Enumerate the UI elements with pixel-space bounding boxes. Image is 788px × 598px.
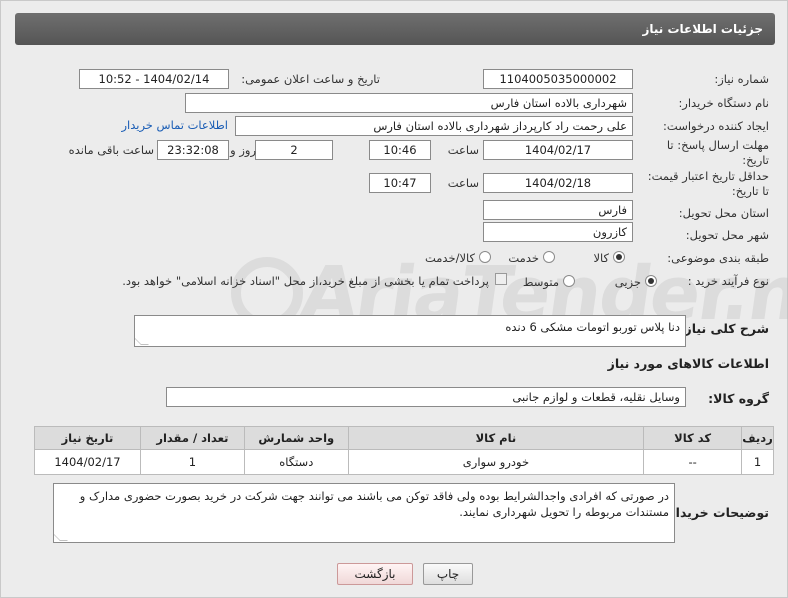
province-field: فارس bbox=[483, 200, 633, 220]
price-validity-date-field: 1404/02/18 bbox=[483, 173, 633, 193]
cell-need-date: 1404/02/17 bbox=[34, 449, 141, 475]
process-label: نوع فرآیند خرید : bbox=[687, 274, 769, 288]
deadline-date-field: 1404/02/17 bbox=[483, 140, 633, 160]
col-row: ردیف bbox=[741, 426, 774, 450]
cell-row: 1 bbox=[741, 449, 774, 475]
col-name: نام کالا bbox=[347, 426, 645, 450]
col-unit: واحد شمارش bbox=[243, 426, 349, 450]
col-quantity: تعداد / مقدار bbox=[139, 426, 245, 450]
buyer-notes-text: در صورتی که افرادی واجدالشرایط بوده ولی … bbox=[79, 489, 669, 519]
process-option-minor: جزیی bbox=[614, 275, 641, 289]
price-validity-time-label: ساعت bbox=[447, 176, 479, 190]
process-radio-medium[interactable] bbox=[563, 275, 575, 287]
category-option-service: خدمت bbox=[508, 251, 539, 265]
goods-info-title: اطلاعات کالاهای مورد نیاز bbox=[607, 356, 769, 371]
category-option-goods: کالا bbox=[593, 251, 609, 265]
process-option-medium: متوسط bbox=[522, 275, 559, 289]
col-need-date: تاریخ نیاز bbox=[34, 426, 141, 450]
deadline-label-line2: تاریخ: bbox=[742, 153, 769, 167]
need-number-label: شماره نیاز: bbox=[714, 72, 769, 86]
cell-quantity: 1 bbox=[139, 449, 245, 475]
creator-field: علی رحمت راد کارپرداز شهرداری بالاده است… bbox=[235, 116, 633, 136]
description-field: دنا پلاس توربو اتومات مشکی 6 دنده bbox=[134, 315, 686, 347]
treasury-payment-note: پرداخت تمام یا بخشی از مبلغ خرید،از محل … bbox=[122, 274, 489, 288]
buyer-contact-link[interactable]: اطلاعات تماس خریدار bbox=[121, 118, 228, 132]
resize-grip-icon[interactable] bbox=[135, 337, 149, 345]
cell-name: خودرو سواری bbox=[347, 449, 645, 475]
deadline-days-field: 2 bbox=[255, 140, 333, 160]
buyer-notes-label: توضیحات خریدار: bbox=[663, 505, 769, 520]
category-radio-goods[interactable] bbox=[613, 251, 625, 263]
deadline-remaining-field: 23:32:08 bbox=[157, 140, 229, 160]
announce-field: 1404/02/14 - 10:52 bbox=[79, 69, 229, 89]
treasury-payment-checkbox[interactable] bbox=[495, 273, 507, 285]
category-label: طبقه بندی موضوعی: bbox=[667, 251, 769, 265]
print-button[interactable]: چاپ bbox=[423, 563, 473, 585]
cell-code: -- bbox=[643, 449, 743, 475]
city-label: شهر محل تحویل: bbox=[685, 228, 769, 242]
price-validity-time-field: 10:47 bbox=[369, 173, 431, 193]
need-number-field: 1104005035000002 bbox=[483, 69, 633, 89]
cell-unit: دستگاه bbox=[243, 449, 349, 475]
deadline-time-label: ساعت bbox=[447, 143, 479, 157]
buyer-org-field: شهرداری بالاده استان فارس bbox=[185, 93, 633, 113]
resize-grip-icon[interactable] bbox=[54, 533, 68, 541]
category-option-goods-service: کالا/خدمت bbox=[424, 251, 475, 265]
page-frame: جزئیات اطلاعات نیاز AriaTender.neT شماره… bbox=[0, 0, 788, 598]
goods-group-field: وسایل نقلیه، قطعات و لوازم جانبی bbox=[166, 387, 686, 407]
description-text: دنا پلاس توربو اتومات مشکی 6 دنده bbox=[505, 320, 680, 334]
category-radio-service[interactable] bbox=[543, 251, 555, 263]
buyer-org-label: نام دستگاه خریدار: bbox=[678, 96, 769, 110]
process-radio-minor[interactable] bbox=[645, 275, 657, 287]
goods-table: ردیف کد کالا نام کالا واحد شمارش تعداد /… bbox=[34, 426, 774, 475]
description-label: شرح کلی نیاز: bbox=[679, 321, 769, 336]
deadline-days-label: روز و bbox=[230, 143, 256, 157]
watermark: AriaTender.neT bbox=[231, 251, 788, 371]
deadline-time-field: 10:46 bbox=[369, 140, 431, 160]
table-row: 1 -- خودرو سواری دستگاه 1 1404/02/17 bbox=[34, 449, 774, 475]
category-radio-goods-service[interactable] bbox=[479, 251, 491, 263]
announce-label: تاریخ و ساعت اعلان عمومی: bbox=[241, 72, 380, 86]
goods-table-header: ردیف کد کالا نام کالا واحد شمارش تعداد /… bbox=[34, 426, 774, 450]
deadline-remaining-label: ساعت باقی مانده bbox=[68, 143, 154, 157]
back-button[interactable]: بازگشت bbox=[337, 563, 413, 585]
city-field: کازرون bbox=[483, 222, 633, 242]
deadline-label-line1: مهلت ارسال پاسخ: تا bbox=[666, 138, 769, 152]
creator-label: ایجاد کننده درخواست: bbox=[663, 119, 769, 133]
price-validity-label-line2: تا تاریخ: bbox=[731, 184, 769, 198]
goods-group-label: گروه کالا: bbox=[708, 391, 769, 406]
col-code: کد کالا bbox=[643, 426, 743, 450]
province-label: استان محل تحویل: bbox=[678, 206, 769, 220]
page-header: جزئیات اطلاعات نیاز bbox=[15, 13, 775, 45]
price-validity-label-line1: حداقل تاریخ اعتبار قیمت: bbox=[647, 169, 769, 183]
buyer-notes-field: در صورتی که افرادی واجدالشرایط بوده ولی … bbox=[53, 483, 675, 543]
